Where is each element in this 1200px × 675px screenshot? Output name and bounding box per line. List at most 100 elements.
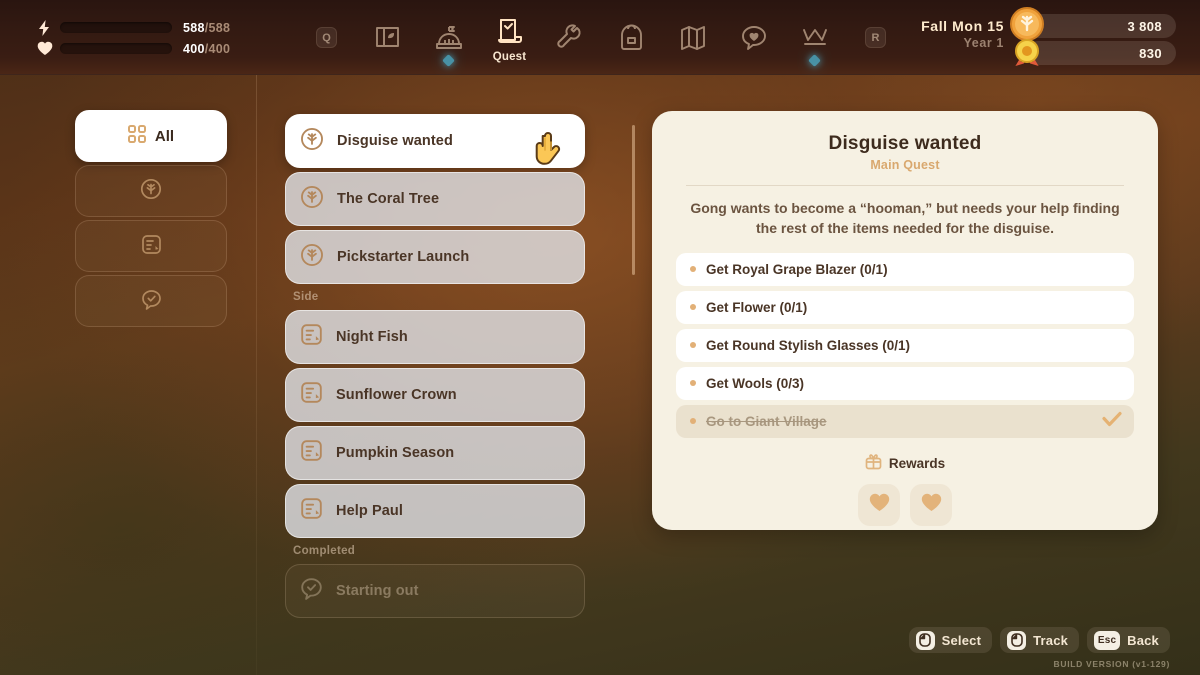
sprout-circle-icon <box>140 178 162 204</box>
nav-item-map[interactable] <box>662 0 723 75</box>
key-q-icon: Q <box>316 19 337 57</box>
crown-icon <box>800 19 830 57</box>
note-card-icon <box>300 381 323 409</box>
quest-list-item-title: Pickstarter Launch <box>337 249 470 265</box>
nav-item-relations-key-r[interactable]: R <box>845 0 906 75</box>
heart-chat-icon <box>740 19 768 57</box>
quest-list-item-help-paul[interactable]: Help Paul <box>285 484 585 538</box>
quest-list-item-sunflower-crown[interactable]: Sunflower Crown <box>285 368 585 422</box>
wrench-icon <box>556 19 585 57</box>
gift-icon <box>865 453 882 475</box>
rewards-label: Rewards <box>888 456 946 472</box>
note-card-icon <box>300 439 323 467</box>
quest-list-item-disguise-wanted[interactable]: Disguise wanted <box>285 114 585 168</box>
heart-icon <box>869 493 890 517</box>
objective-row[interactable]: Get Wools (0/3) <box>676 366 1134 400</box>
date-display: Fall Mon 15 Year 1 <box>921 18 1004 50</box>
health-stat: 400/400 <box>36 40 256 57</box>
quest-list-item-pickstarter-launch[interactable]: Pickstarter Launch <box>285 230 585 284</box>
book-leaf-icon <box>373 19 402 57</box>
filter-side-button[interactable] <box>75 220 227 272</box>
scroll-check-icon <box>496 12 524 50</box>
energy-value: 588/588 <box>183 20 231 35</box>
nav-item-label-quest: Quest <box>492 51 527 63</box>
nav-item-quest[interactable]: Quest <box>479 0 540 75</box>
filter-main-button[interactable] <box>75 165 227 217</box>
quest-detail-title: Disguise wanted <box>828 133 982 154</box>
grid-icon <box>127 125 146 147</box>
nav-item-relationships[interactable] <box>723 0 784 75</box>
key-r-icon: R <box>865 19 886 57</box>
bullet-icon <box>690 380 696 387</box>
sprout-circle-icon <box>300 185 324 214</box>
reward-slot[interactable] <box>910 483 952 526</box>
hint-label: Select <box>941 632 982 648</box>
objective-row-completed[interactable]: Go to Giant Village <box>676 404 1134 438</box>
filter-all-label: All <box>154 127 175 145</box>
health-bar <box>60 43 172 54</box>
bullet-icon <box>690 304 696 311</box>
reward-slot[interactable] <box>858 483 900 526</box>
player-stats: 588/588 400/400 <box>36 19 256 61</box>
sprout-circle-icon <box>300 127 324 156</box>
quest-list-item-title: Starting out <box>336 583 419 599</box>
hint-back[interactable]: Esc Back <box>1087 627 1170 653</box>
objective-row[interactable]: Get Flower (0/1) <box>676 290 1134 324</box>
nav-item-skills[interactable] <box>784 0 845 75</box>
divider <box>686 185 1124 186</box>
vertical-divider <box>256 75 257 675</box>
heart-icon <box>36 40 53 57</box>
energy-stat: 588/588 <box>36 19 256 36</box>
quest-list-item-night-fish[interactable]: Night Fish <box>285 310 585 364</box>
sprout-circle-icon <box>300 243 324 272</box>
health-value: 400/400 <box>183 41 231 56</box>
objective-text: Go to Giant Village <box>706 413 827 429</box>
objective-row[interactable]: Get Round Stylish Glasses (0/1) <box>676 328 1134 362</box>
rewards-header: Rewards <box>676 453 1134 475</box>
bullet-icon <box>690 266 696 273</box>
currency-coin: 830 <box>1010 38 1182 66</box>
quest-list-item-title: Help Paul <box>336 503 403 519</box>
quest-list-item-the-coral-tree[interactable]: The Coral Tree <box>285 172 585 226</box>
nav-icon-bar: Q Quest R <box>296 0 906 75</box>
quest-screen: 588/588 400/400 Q Quest R Fall Mon 15 Ye… <box>0 0 1200 675</box>
quest-list-item-title: The Coral Tree <box>337 191 440 207</box>
nav-item-journal[interactable] <box>357 0 418 75</box>
nav-item-inventory[interactable] <box>601 0 662 75</box>
quest-detail-panel: Disguise wanted Main Quest Gong wants to… <box>652 111 1158 530</box>
currency-seed-value: 3 808 <box>1026 14 1176 38</box>
quest-list-item-starting-out[interactable]: Starting out <box>285 564 585 618</box>
quest-list-item-pumpkin-season[interactable]: Pumpkin Season <box>285 426 585 480</box>
check-chat-icon <box>141 289 162 314</box>
hint-select[interactable]: Select <box>908 627 993 653</box>
quest-detail-type: Main Quest <box>870 158 940 172</box>
objective-text: Get Round Stylish Glasses (0/1) <box>706 337 911 353</box>
objective-row[interactable]: Get Royal Grape Blazer (0/1) <box>676 252 1134 286</box>
check-chat-icon <box>300 577 323 605</box>
hint-track[interactable]: Track <box>1000 627 1080 653</box>
note-card-icon <box>300 323 323 351</box>
checkmark-icon <box>1102 411 1122 432</box>
note-card-icon <box>141 234 162 259</box>
quest-list-item-title: Sunflower Crown <box>336 387 457 403</box>
quest-detail-description: Gong wants to become a “hooman,” but nee… <box>690 200 1120 237</box>
coin-icon <box>1015 38 1039 66</box>
nav-item-quest-key-q[interactable]: Q <box>296 0 357 75</box>
note-card-icon <box>300 497 323 525</box>
nav-item-tools[interactable] <box>540 0 601 75</box>
mouse-left-icon <box>1007 630 1027 650</box>
bullet-icon <box>690 342 696 349</box>
build-version: BUILD VERSION (v1-129) <box>1053 659 1170 669</box>
quest-list-item-title: Pumpkin Season <box>336 445 455 461</box>
objective-text: Get Flower (0/1) <box>706 299 808 315</box>
quest-list: Disguise wanted The Coral Tree Pickstart… <box>285 114 585 622</box>
hint-label: Track <box>1033 632 1069 648</box>
filter-all-button[interactable]: All <box>75 110 227 162</box>
quest-list-scrollbar[interactable] <box>632 125 635 275</box>
quest-group-label-side: Side <box>293 291 319 303</box>
bullet-icon <box>690 418 696 425</box>
lightning-icon <box>36 19 53 36</box>
nav-item-town[interactable] <box>418 0 479 75</box>
reward-slot-list <box>676 483 1134 526</box>
filter-completed-button[interactable] <box>75 275 227 327</box>
